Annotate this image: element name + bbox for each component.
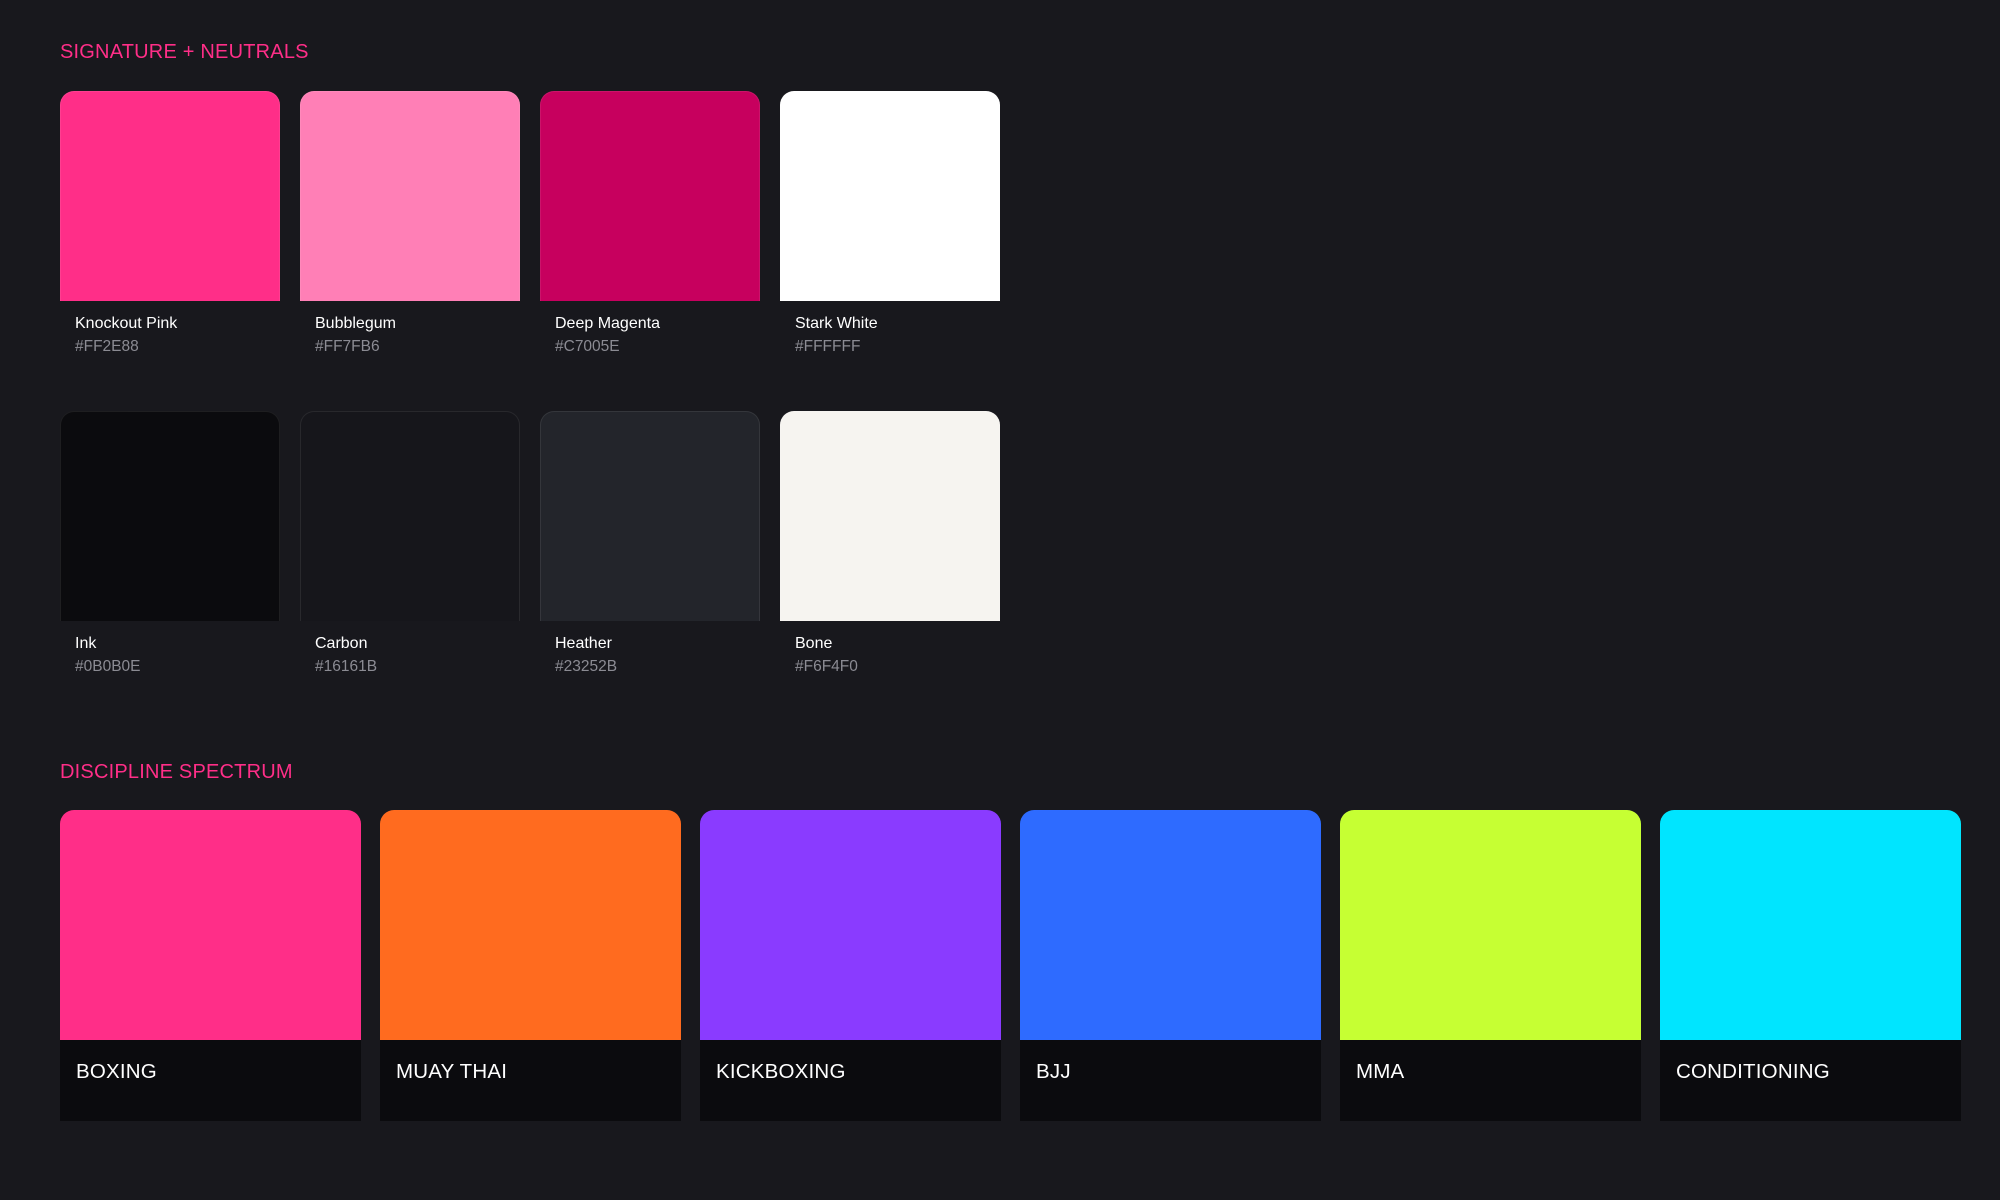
discipline-color: [60, 810, 361, 1040]
swatch-stark-white[interactable]: Stark White #FFFFFF: [780, 91, 1000, 358]
swatch-deep-magenta[interactable]: Deep Magenta #C7005E: [540, 91, 760, 358]
swatch-name: Ink: [75, 635, 97, 652]
swatch-bone[interactable]: Bone #F6F4F0: [780, 411, 1000, 678]
swatch-hex: #23252B: [555, 657, 618, 675]
swatch-chip: [300, 91, 520, 301]
discipline-color: [1660, 810, 1961, 1040]
section-title-discipline-spectrum: DISCIPLINE SPECTRUM: [60, 761, 293, 783]
swatch-chip: [780, 91, 1000, 301]
swatch-hex: #FFFFFF: [795, 337, 861, 355]
palette-page: SIGNATURE + NEUTRALS Knockout Pink #FF2E…: [0, 0, 2000, 1200]
discipline-color: [1020, 810, 1321, 1040]
swatch-chip: [300, 411, 520, 621]
swatch-hex: #C7005E: [555, 337, 620, 355]
discipline-color: [700, 810, 1001, 1040]
discipline-label: MMA: [1340, 1040, 1641, 1121]
discipline-color: [1340, 810, 1641, 1040]
neutrals-swatch-grid: Ink #0B0B0E Carbon #16161B Heather #2325…: [60, 411, 1000, 678]
swatch-name: Heather: [555, 635, 612, 652]
swatch-hex: #0B0B0E: [75, 657, 141, 675]
signature-swatch-grid: Knockout Pink #FF2E88 Bubblegum #FF7FB6 …: [60, 91, 1000, 358]
swatch-bubblegum[interactable]: Bubblegum #FF7FB6: [300, 91, 520, 358]
discipline-card-kickboxing[interactable]: KICKBOXING: [700, 810, 1001, 1121]
swatch-heather[interactable]: Heather #23252B: [540, 411, 760, 678]
discipline-label: MUAY THAI: [380, 1040, 681, 1121]
discipline-card-boxing[interactable]: BOXING: [60, 810, 361, 1121]
swatch-ink[interactable]: Ink #0B0B0E: [60, 411, 280, 678]
discipline-label: BOXING: [60, 1040, 361, 1121]
swatch-carbon[interactable]: Carbon #16161B: [300, 411, 520, 678]
swatch-name: Bone: [795, 635, 833, 652]
swatch-name: Knockout Pink: [75, 315, 178, 332]
swatch-hex: #F6F4F0: [795, 657, 858, 675]
swatch-hex: #FF2E88: [75, 337, 139, 355]
swatch-name: Bubblegum: [315, 315, 396, 332]
discipline-label: BJJ: [1020, 1040, 1321, 1121]
discipline-spectrum-row: BOXING MUAY THAI KICKBOXING BJJ MMA COND…: [60, 810, 1961, 1121]
swatch-name: Carbon: [315, 635, 368, 652]
discipline-label: CONDITIONING: [1660, 1040, 1961, 1121]
swatch-hex: #16161B: [315, 657, 378, 675]
swatch-chip: [540, 411, 760, 621]
discipline-card-bjj[interactable]: BJJ: [1020, 810, 1321, 1121]
swatch-chip: [60, 91, 280, 301]
swatch-knockout-pink[interactable]: Knockout Pink #FF2E88: [60, 91, 280, 358]
discipline-card-conditioning[interactable]: CONDITIONING: [1660, 810, 1961, 1121]
discipline-color: [380, 810, 681, 1040]
swatch-chip: [780, 411, 1000, 621]
swatch-name: Deep Magenta: [555, 315, 660, 332]
discipline-card-mma[interactable]: MMA: [1340, 810, 1641, 1121]
discipline-card-muay-thai[interactable]: MUAY THAI: [380, 810, 681, 1121]
swatch-hex: #FF7FB6: [315, 337, 380, 355]
swatch-chip: [60, 411, 280, 621]
swatch-name: Stark White: [795, 315, 878, 332]
section-title-signature-neutrals: SIGNATURE + NEUTRALS: [60, 41, 309, 63]
swatch-chip: [540, 91, 760, 301]
discipline-label: KICKBOXING: [700, 1040, 1001, 1121]
